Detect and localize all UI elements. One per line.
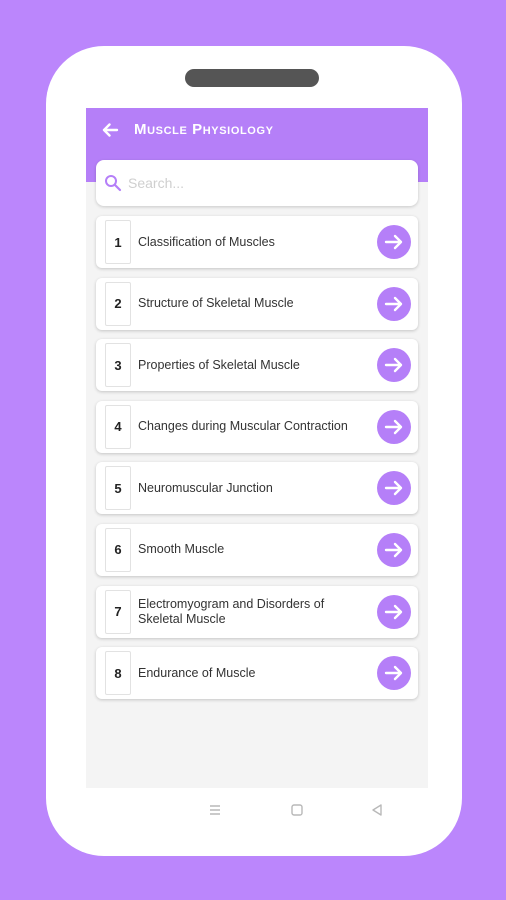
chapter-item[interactable]: 1 Classification of Muscles: [96, 216, 418, 268]
app-screen: Muscle Physiology 1 Classification of Mus…: [86, 108, 428, 788]
chapter-title: Changes during Muscular Contraction: [138, 419, 348, 434]
open-chapter-button[interactable]: [377, 225, 411, 259]
open-chapter-button[interactable]: [377, 471, 411, 506]
chapter-number: 4: [105, 404, 131, 449]
search-input[interactable]: [126, 171, 410, 195]
open-chapter-button[interactable]: [377, 656, 411, 691]
chapter-number: 3: [105, 343, 131, 388]
home-square-icon[interactable]: [289, 802, 305, 818]
open-chapter-button[interactable]: [377, 409, 411, 444]
arrow-right-icon: [384, 665, 403, 681]
search-bar[interactable]: [96, 160, 418, 206]
chapter-number: 5: [105, 466, 131, 511]
phone-speaker: [185, 69, 319, 87]
chapter-number: 1: [105, 220, 131, 264]
chapter-title: Smooth Muscle: [138, 542, 225, 557]
chapter-number: 8: [105, 651, 131, 696]
open-chapter-button[interactable]: [377, 594, 411, 629]
chapter-item[interactable]: 4 Changes during Muscular Contraction: [96, 400, 418, 453]
chapter-item[interactable]: 5 Neuromuscular Junction: [96, 462, 418, 515]
back-triangle-icon[interactable]: [369, 802, 385, 818]
chapter-item[interactable]: 2 Structure of Skeletal Muscle: [96, 277, 418, 330]
arrow-right-icon: [384, 234, 403, 250]
open-chapter-button[interactable]: [377, 532, 411, 567]
back-button[interactable]: [100, 120, 120, 140]
chapter-title: Electromyogram and Disorders of Skeletal…: [138, 596, 325, 626]
arrow-right-icon: [384, 296, 403, 311]
search-icon: [105, 175, 122, 192]
chapter-title: Properties of Skeletal Muscle: [138, 357, 300, 372]
arrow-right-icon: [384, 542, 403, 558]
arrow-right-icon: [384, 481, 403, 496]
menu-icon[interactable]: [207, 802, 223, 818]
chapter-item[interactable]: 7 Electromyogram and Disorders of Skeleta…: [96, 585, 418, 638]
phone-frame: Muscle Physiology 1 Classification of Mus…: [46, 46, 462, 856]
chapter-title: Structure of Skeletal Muscle: [138, 296, 294, 311]
chapter-title: Endurance of Muscle: [138, 665, 256, 680]
arrow-right-icon: [384, 604, 403, 619]
chapter-item[interactable]: 3 Properties of Skeletal Muscle: [96, 339, 418, 392]
open-chapter-button[interactable]: [377, 286, 411, 321]
chapter-number: 6: [105, 527, 131, 572]
chapter-list: 1 Classification of Muscles 2 Structure of …: [96, 216, 418, 709]
page-title: Muscle Physiology: [134, 121, 274, 138]
chapter-title: Neuromuscular Junction: [138, 480, 273, 495]
system-nav-bar: [86, 788, 428, 832]
chapter-item[interactable]: 6 Smooth Muscle: [96, 523, 418, 576]
open-chapter-button[interactable]: [377, 348, 411, 383]
chapter-item[interactable]: 8 Endurance of Muscle: [96, 647, 418, 700]
chapter-title: Classification of Muscles: [138, 234, 275, 249]
arrow-right-icon: [384, 357, 403, 373]
arrow-right-icon: [384, 419, 403, 434]
chapter-number: 7: [105, 589, 131, 634]
arrow-left-icon: [102, 123, 119, 137]
chapter-number: 2: [105, 281, 131, 326]
